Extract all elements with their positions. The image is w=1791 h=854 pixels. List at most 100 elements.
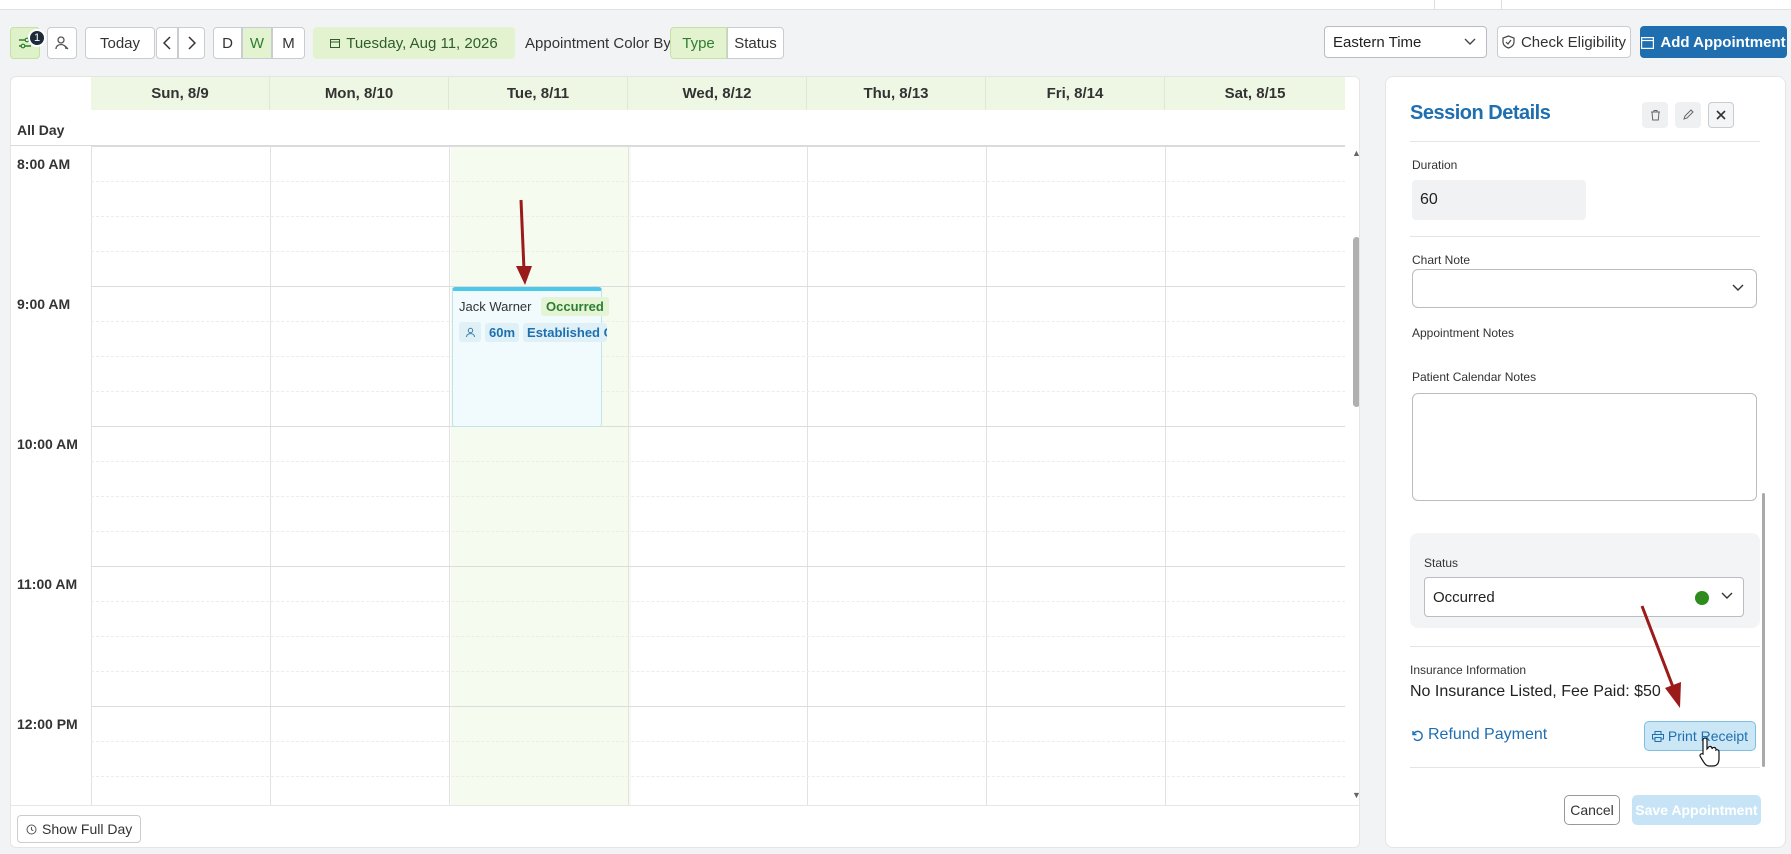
status-select[interactable]: Occurred <box>1424 577 1744 617</box>
panel-divider <box>1410 236 1760 237</box>
printer-icon <box>1651 730 1664 742</box>
appointment-card[interactable]: Jack Warner Occurred 60m Established Cli… <box>452 287 609 427</box>
top-strip <box>0 0 1791 10</box>
appointment-notes-label: Appointment Notes <box>1412 326 1515 340</box>
appointment-client-name: Jack Warner <box>459 299 532 314</box>
status-card: Status Occurred <box>1410 533 1760 628</box>
chevron-left-icon <box>163 36 171 50</box>
week-calendar: Sun, 8/9 Mon, 8/10 Tue, 8/11 Wed, 8/12 T… <box>10 76 1360 848</box>
quarter-line <box>91 741 1345 742</box>
print-receipt-button[interactable]: Print Receipt <box>1644 721 1756 751</box>
date-picker-button[interactable]: Tuesday, Aug 11, 2026 <box>313 27 515 59</box>
today-column <box>451 146 631 806</box>
day-header-sun[interactable]: Sun, 8/9 <box>91 77 270 110</box>
view-day-button[interactable]: D <box>213 27 242 59</box>
today-button[interactable]: Today <box>85 27 155 59</box>
quarter-line <box>91 356 1345 357</box>
time-grid[interactable]: 8:00 AM 9:00 AM 10:00 AM 11:00 AM 12:00 … <box>11 146 1345 806</box>
quarter-line <box>91 216 1345 217</box>
cancel-button[interactable]: Cancel <box>1564 795 1620 825</box>
calendar-scroll-thumb[interactable] <box>1353 237 1359 407</box>
time-label-8am: 8:00 AM <box>17 156 71 172</box>
hour-line <box>91 566 1345 567</box>
refund-payment-link[interactable]: Refund Payment <box>1410 726 1547 744</box>
quarter-line <box>91 776 1345 777</box>
patient-calendar-notes-label: Patient Calendar Notes <box>1412 370 1537 384</box>
time-label-9am: 9:00 AM <box>17 296 71 312</box>
color-by-type-button[interactable]: Type <box>670 27 727 59</box>
timezone-select[interactable]: Eastern Time <box>1324 26 1487 58</box>
day-header-thu[interactable]: Thu, 8/13 <box>807 77 986 110</box>
column-divider <box>628 146 629 806</box>
patient-calendar-notes-input[interactable] <box>1412 393 1757 501</box>
quarter-line <box>91 531 1345 532</box>
color-by-status-button[interactable]: Status <box>727 27 784 59</box>
duration-label: Duration <box>1412 158 1458 172</box>
scroll-down-icon[interactable]: ▼ <box>1352 790 1359 800</box>
session-details-panel: Session Details Duration 60 Chart Note A… <box>1385 76 1786 848</box>
quarter-line <box>91 181 1345 182</box>
undo-icon <box>1412 730 1423 742</box>
panel-title: Session Details <box>1410 102 1551 124</box>
chart-note-select[interactable] <box>1412 269 1757 308</box>
refund-payment-label: Refund Payment <box>1428 726 1548 743</box>
close-panel-button[interactable] <box>1708 102 1734 128</box>
time-label-11am: 11:00 AM <box>17 576 78 592</box>
color-by-label: Appointment Color By <box>525 35 671 52</box>
edit-session-button[interactable] <box>1675 102 1701 128</box>
status-label: Status <box>1424 556 1459 570</box>
panel-divider <box>1410 767 1760 768</box>
hour-line <box>91 426 1345 427</box>
show-full-day-label: Show Full Day <box>42 821 133 837</box>
prev-week-button[interactable] <box>156 27 178 59</box>
shield-check-icon <box>1502 35 1515 49</box>
quarter-line <box>91 391 1345 392</box>
quarter-line <box>91 321 1345 322</box>
filter-count-badge: 1 <box>28 29 46 47</box>
appointment-details-row: 60m Established Client <box>459 322 608 342</box>
all-day-label: All Day <box>17 122 65 138</box>
scroll-up-icon[interactable]: ▲ <box>1352 148 1359 158</box>
hour-line <box>91 146 1345 147</box>
appointment-type: Established Client <box>523 322 608 342</box>
view-week-button[interactable]: W <box>242 27 272 59</box>
column-divider <box>449 146 450 806</box>
chevron-down-icon <box>1721 589 1733 603</box>
save-appointment-button[interactable]: Save Appointment <box>1632 795 1761 825</box>
next-week-button[interactable] <box>178 27 205 59</box>
time-label-12pm: 12:00 PM <box>17 716 78 732</box>
day-header-tue[interactable]: Tue, 8/11 <box>449 77 628 110</box>
toolbar: 1 Today D W M Tuesday, Aug 11, 2026 Appo… <box>0 10 1791 75</box>
chevron-right-icon <box>187 36 196 50</box>
day-header-fri[interactable]: Fri, 8/14 <box>986 77 1165 110</box>
check-eligibility-button[interactable]: Check Eligibility <box>1497 26 1631 58</box>
user-search-icon <box>55 36 69 50</box>
column-divider <box>91 146 92 806</box>
chevron-down-icon <box>1732 281 1744 295</box>
duration-field[interactable]: 60 <box>1412 180 1586 220</box>
appointment-status-badge: Occurred <box>541 297 609 316</box>
quarter-line <box>91 671 1345 672</box>
close-icon <box>1716 110 1726 120</box>
column-divider <box>807 146 808 806</box>
provider-button[interactable] <box>47 27 77 59</box>
calendar-plus-icon <box>1641 36 1655 49</box>
all-day-row[interactable] <box>11 110 1345 146</box>
day-header-mon[interactable]: Mon, 8/10 <box>270 77 449 110</box>
day-header-wed[interactable]: Wed, 8/12 <box>628 77 807 110</box>
view-month-button[interactable]: M <box>272 27 305 59</box>
calendar-footer: Show Full Day <box>11 805 1359 847</box>
column-divider <box>270 146 271 806</box>
day-header-sat[interactable]: Sat, 8/15 <box>1165 77 1345 110</box>
delete-session-button[interactable] <box>1642 102 1668 128</box>
check-eligibility-label: Check Eligibility <box>1520 33 1627 51</box>
status-dot-icon <box>1695 591 1709 605</box>
panel-scroll-thumb[interactable] <box>1762 493 1765 767</box>
status-value: Occurred <box>1433 588 1495 606</box>
show-full-day-button[interactable]: Show Full Day <box>17 815 142 843</box>
panel-divider <box>1410 646 1760 647</box>
day-header-row: Sun, 8/9 Mon, 8/10 Tue, 8/11 Wed, 8/12 T… <box>91 77 1345 110</box>
pencil-icon <box>1683 109 1694 120</box>
add-appointment-button[interactable]: Add Appointment <box>1640 26 1787 58</box>
calendar-icon <box>330 39 341 48</box>
